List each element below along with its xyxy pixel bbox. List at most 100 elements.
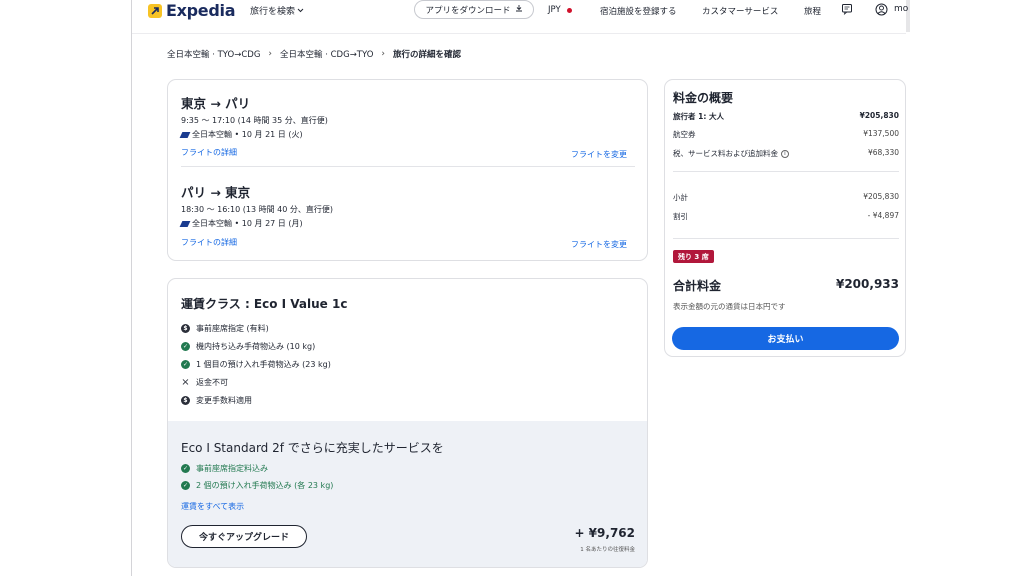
upgrade-price-note: 1 名あたりの往復料金 xyxy=(580,547,635,553)
see-all-fares-link[interactable]: 運賃をすべて表示 xyxy=(181,501,244,512)
check-icon: ✓ xyxy=(181,342,190,351)
fare-class-title: 運賃クラス : Eco I Value 1c xyxy=(181,297,348,311)
fare-feature: ✓ 1 個目の預け入れ手荷物込み (23 kg) xyxy=(181,359,331,370)
summary-value: ¥137,500 xyxy=(863,129,899,138)
price-summary-card: 料金の概要 旅行者 1: 大人 ¥205,830 航空券 ¥137,500 税、… xyxy=(664,79,906,357)
ana-logo-icon xyxy=(179,220,191,227)
japan-flag-icon xyxy=(566,7,572,13)
summary-divider xyxy=(673,238,899,239)
flights-card: 東京 → パリ 9:35 ～ 17:10 (14 時間 35 分、直行便) 全日… xyxy=(167,79,648,261)
check-icon: ✓ xyxy=(181,481,190,490)
upgrade-feature: ✓ 事前座席指定料込み xyxy=(181,463,268,474)
breadcrumb: 全日本空輸 · TYO→CDG › 全日本空輸 · CDG→TYO › 旅行の詳… xyxy=(167,48,461,60)
app-download-label: アプリをダウンロード xyxy=(425,5,511,16)
user-name[interactable]: mo xyxy=(894,4,908,14)
upgrade-panel: Eco I Standard 2f でさらに充実したサービスを ✓ 事前座席指定… xyxy=(168,421,647,567)
fare-feature: $ 事前座席指定 (有料) xyxy=(181,323,269,334)
flight-leg-outbound: 東京 → パリ 9:35 ～ 17:10 (14 時間 35 分、直行便) 全日… xyxy=(179,93,328,140)
summary-value: - ¥4,897 xyxy=(867,211,899,220)
summary-label: 小計 xyxy=(673,193,688,202)
leg-airline-text: 全日本空輸 • 10 月 21 日 (火) xyxy=(192,130,303,139)
leg-title: パリ → 東京 xyxy=(181,185,251,200)
chevron-right-icon: › xyxy=(381,49,386,59)
summary-divider xyxy=(673,171,899,172)
ana-logo-icon xyxy=(179,131,191,138)
nav-search-menu[interactable]: 旅行を検索 xyxy=(250,4,304,17)
leg-time: 9:35 ～ 17:10 (14 時間 35 分、直行便) xyxy=(181,116,328,125)
expedia-logo[interactable]: Expedia xyxy=(148,1,236,20)
summary-label: 旅行者 1: 大人 xyxy=(673,112,724,121)
flight-leg-return: パリ → 東京 18:30 ～ 16:10 (13 時間 40 分、直行便) 全… xyxy=(179,182,333,229)
flight-details-link-outbound[interactable]: フライトの詳細 xyxy=(181,147,237,158)
leg-title: 東京 → パリ xyxy=(181,96,251,111)
upgrade-title: Eco I Standard 2f でさらに充実したサービスを xyxy=(181,441,444,455)
download-icon xyxy=(515,4,523,15)
fare-feature: ✓ 機内持ち込み手荷物込み (10 kg) xyxy=(181,341,315,352)
check-icon: ✓ xyxy=(181,360,190,369)
nav-search-label: 旅行を検索 xyxy=(250,7,296,17)
dollar-icon: $ xyxy=(181,324,190,333)
summary-value: ¥68,330 xyxy=(867,148,899,157)
change-flight-link-outbound[interactable]: フライトを変更 xyxy=(571,149,627,160)
logo-text: Expedia xyxy=(166,1,236,20)
seats-left-badge: 残り 3 席 xyxy=(673,250,714,263)
upgrade-feature-text: 2 個の預け入れ手荷物込み (各 23 kg) xyxy=(196,481,334,490)
chevron-down-icon xyxy=(297,6,304,16)
fare-feature: $ 変更手数料適用 xyxy=(181,395,252,406)
change-flight-link-return[interactable]: フライトを変更 xyxy=(571,239,627,250)
flight-details-link-return[interactable]: フライトの詳細 xyxy=(181,237,237,248)
currency-label: JPY xyxy=(548,5,561,15)
close-icon: × xyxy=(181,377,190,388)
summary-title: 料金の概要 xyxy=(673,91,734,105)
header-divider xyxy=(132,33,906,34)
total-price-row: 合計料金 ¥200,933 xyxy=(673,277,899,294)
summary-discount-row: 割引 - ¥4,897 xyxy=(673,211,899,222)
currency-note: 表示金額の元の通貨は日本円です xyxy=(673,302,786,311)
check-icon: ✓ xyxy=(181,464,190,473)
left-border xyxy=(131,0,132,576)
breadcrumb-step-outbound[interactable]: 全日本空輸 · TYO→CDG xyxy=(167,48,260,60)
fare-feature-text: 事前座席指定 (有料) xyxy=(196,324,269,333)
upgrade-now-button[interactable]: 今すぐアップグレード xyxy=(181,525,307,548)
leg-time: 18:30 ～ 16:10 (13 時間 40 分、直行便) xyxy=(181,205,333,214)
fare-feature-text: 変更手数料適用 xyxy=(196,396,252,405)
top-navigation: Expedia 旅行を検索 アプリをダウンロード JPY 宿泊施設を登録する カ… xyxy=(132,0,908,22)
customer-service-link[interactable]: カスタマーサービス xyxy=(702,5,778,17)
leg-airline: 全日本空輸 • 10 月 21 日 (火) xyxy=(179,129,328,140)
upgrade-price: + ¥9,762 xyxy=(574,526,635,540)
messages-icon[interactable] xyxy=(840,2,854,16)
total-label: 合計料金 xyxy=(673,279,722,293)
fare-feature-text: 機内持ち込み手荷物込み (10 kg) xyxy=(196,342,316,351)
summary-subtotal-row: 小計 ¥205,830 xyxy=(673,192,899,203)
fare-feature-text: 返金不可 xyxy=(196,378,228,387)
total-value: ¥200,933 xyxy=(835,277,899,291)
upgrade-feature: ✓ 2 個の預け入れ手荷物込み (各 23 kg) xyxy=(181,480,333,491)
summary-value: ¥205,830 xyxy=(859,111,899,120)
leg-airline-text: 全日本空輸 • 10 月 27 日 (月) xyxy=(192,219,303,228)
fare-feature-text: 1 個目の預け入れ手荷物込み (23 kg) xyxy=(196,360,331,369)
list-property-link[interactable]: 宿泊施設を登録する xyxy=(600,5,677,17)
chevron-right-icon: › xyxy=(268,49,273,59)
upgrade-feature-text: 事前座席指定料込み xyxy=(196,464,268,473)
logo-arrow-icon xyxy=(148,3,162,18)
summary-value: ¥205,830 xyxy=(863,192,899,201)
summary-airfare-row: 航空券 ¥137,500 xyxy=(673,129,899,140)
trips-link[interactable]: 旅程 xyxy=(804,5,821,17)
breadcrumb-current: 旅行の詳細を確認 xyxy=(393,50,462,60)
info-icon[interactable]: i xyxy=(781,150,789,158)
breadcrumb-step-return[interactable]: 全日本空輸 · CDG→TYO xyxy=(280,48,373,60)
account-icon[interactable] xyxy=(874,2,888,16)
pay-button[interactable]: お支払い xyxy=(672,327,899,350)
app-download-button[interactable]: アプリをダウンロード xyxy=(414,0,534,19)
summary-label: 航空券 xyxy=(673,130,696,139)
summary-label: 割引 xyxy=(673,212,688,221)
fare-feature: × 返金不可 xyxy=(181,377,228,388)
summary-traveler-row: 旅行者 1: 大人 ¥205,830 xyxy=(673,111,899,122)
summary-label: 税、サービス料および追加料金 xyxy=(673,149,778,158)
leg-airline: 全日本空輸 • 10 月 27 日 (月) xyxy=(179,218,333,229)
dollar-icon: $ xyxy=(181,396,190,405)
leg-divider xyxy=(181,166,635,167)
fare-class-card: 運賃クラス : Eco I Value 1c $ 事前座席指定 (有料) ✓ 機… xyxy=(167,278,648,568)
summary-taxes-row: 税、サービス料および追加料金 i ¥68,330 xyxy=(673,148,899,159)
currency-selector[interactable]: JPY xyxy=(548,5,572,15)
